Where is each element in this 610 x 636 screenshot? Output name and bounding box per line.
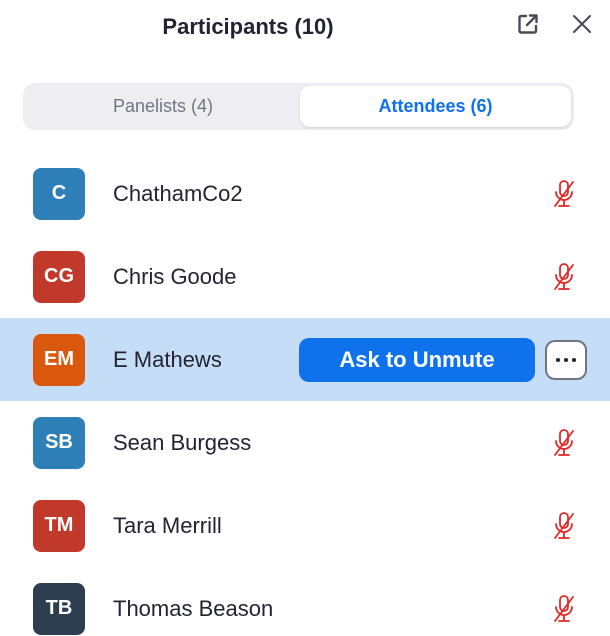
popout-button[interactable] [512, 8, 544, 40]
close-button[interactable] [566, 8, 598, 40]
avatar: SB [33, 416, 85, 469]
avatar: TB [33, 582, 85, 635]
avatar: EM [33, 333, 85, 386]
popout-icon [518, 14, 538, 34]
mic-muted-icon [554, 428, 574, 456]
mic-muted-button[interactable] [548, 592, 580, 626]
attendee-name: ChathamCo2 [113, 180, 243, 206]
close-icon [573, 15, 591, 33]
attendee-name: Tara Merrill [113, 512, 222, 538]
attendee-name: Chris Goode [113, 263, 237, 289]
avatar: CG [33, 250, 85, 303]
mic-muted-button[interactable] [548, 177, 580, 211]
attendee-list: C ChathamCo2 CG Chris Goode EM E Mathews… [0, 152, 610, 636]
attendee-row[interactable]: TM Tara Merrill [0, 484, 610, 567]
mic-muted-icon [554, 511, 574, 539]
attendee-row[interactable]: TB Thomas Beason [0, 567, 610, 636]
attendee-name: Sean Burgess [113, 429, 252, 455]
attendee-row[interactable]: SB Sean Burgess [0, 401, 610, 484]
attendee-name: Thomas Beason [113, 595, 274, 621]
mic-muted-icon [554, 179, 574, 207]
more-options-button[interactable] [545, 339, 587, 380]
tab-attendees[interactable]: Attendees (6) [300, 86, 571, 127]
mic-muted-button[interactable] [548, 509, 580, 543]
mic-muted-button[interactable] [548, 260, 580, 294]
panel-header: Participants (10) [0, 0, 610, 56]
avatar: C [33, 167, 85, 220]
ask-to-unmute-button[interactable]: Ask to Unmute [299, 337, 535, 382]
panel-title: Participants (10) [162, 14, 334, 39]
participant-tabs: Panelists (4) Attendees (6) [23, 83, 574, 130]
avatar: TM [33, 499, 85, 552]
attendee-row[interactable]: CG Chris Goode [0, 235, 610, 318]
attendee-row-selected[interactable]: EM E Mathews Ask to Unmute [0, 318, 610, 401]
more-options-icon [554, 357, 578, 362]
attendee-row[interactable]: C ChathamCo2 [0, 152, 610, 235]
mic-muted-button[interactable] [548, 426, 580, 460]
mic-muted-icon [554, 262, 574, 290]
attendee-name: E Mathews [113, 346, 222, 372]
participants-panel: Participants (10) Panelists (4) Attendee… [0, 0, 610, 636]
tab-panelists[interactable]: Panelists (4) [26, 86, 300, 127]
mic-muted-icon [554, 594, 574, 622]
